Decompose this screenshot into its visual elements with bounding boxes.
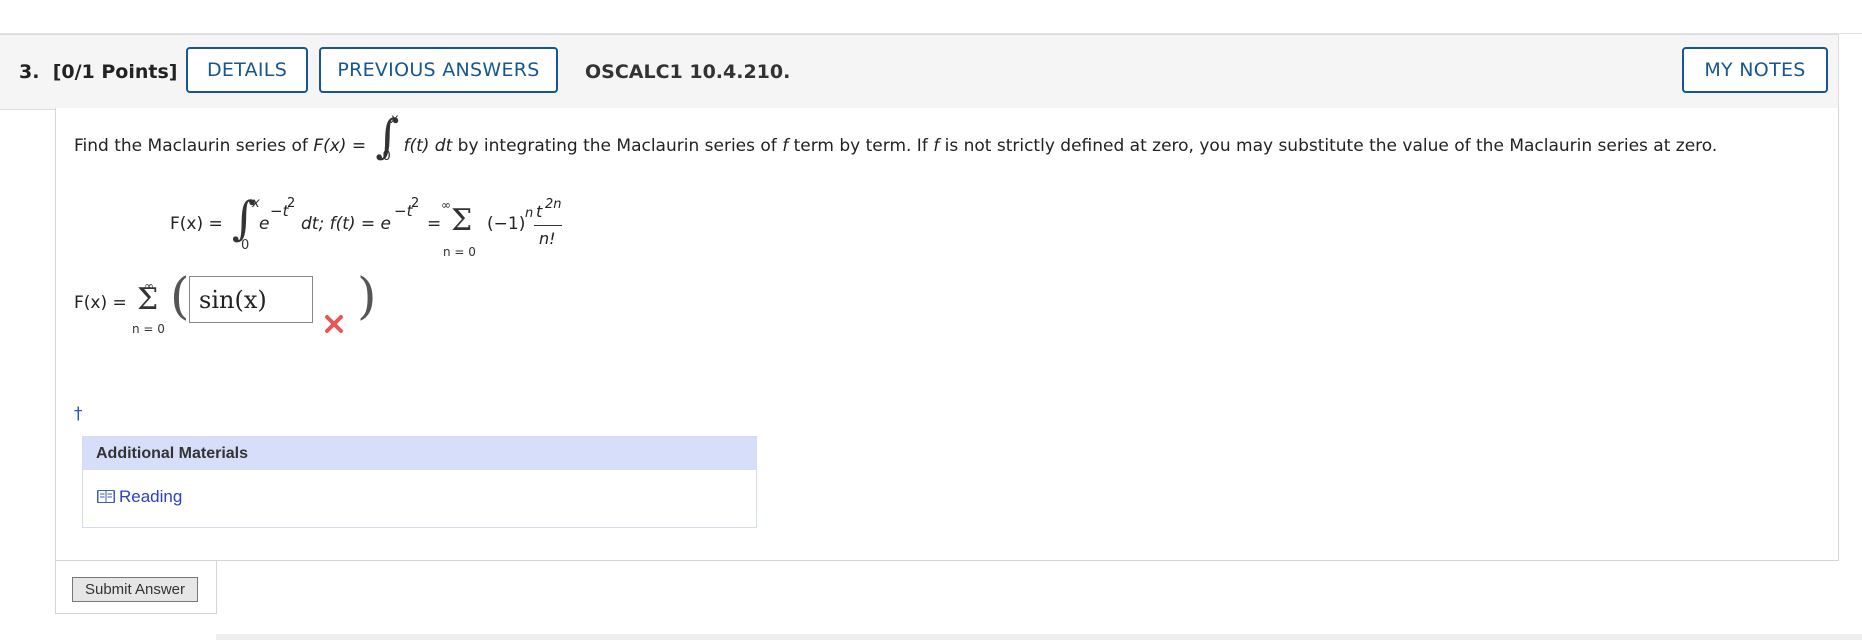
given-lhs: F(x) = (170, 214, 223, 234)
points-label: [0/1 Points] (52, 61, 178, 83)
given-numerator: t (536, 202, 543, 221)
answer-close-paren: ) (357, 267, 377, 325)
question-number: 3. [0/1 Points] (19, 61, 177, 83)
prompt-F-of-x: F(x) (313, 136, 347, 156)
question-header: 3. [0/1 Points] DETAILS PREVIOUS ANSWERS… (0, 34, 1839, 110)
prompt-text-3: term by term. If (788, 136, 934, 156)
previous-answers-button[interactable]: PREVIOUS ANSWERS (319, 47, 558, 93)
reading-link-label: Reading (119, 487, 183, 506)
given-sum-upper: ∞ (441, 198, 451, 212)
answer-lhs: F(x) = (74, 293, 127, 313)
given-integrand-base: e (259, 214, 270, 234)
problem-code: OSCALC1 10.4.210. (585, 61, 791, 83)
given-f-exp-power: 2 (411, 196, 420, 211)
answer-input-value: sin(x) (199, 285, 267, 314)
bottom-divider (216, 634, 1862, 640)
given-f-exp: −t (394, 202, 413, 220)
given-sum-lower: n = 0 (443, 245, 476, 259)
prompt-equals: = (346, 136, 372, 156)
given-numerator-exp: 2n (545, 197, 562, 212)
given-fraction-bar (534, 225, 562, 226)
given-dt-part: dt; f(t) = e (301, 214, 392, 234)
prompt-text-4: is not strictly defined at zero, you may… (939, 136, 1718, 156)
prompt-text-1: Find the Maclaurin series of (74, 136, 314, 156)
additional-materials-panel: Additional Materials Reading (82, 436, 757, 528)
given-sigma: Σ (451, 203, 473, 238)
prompt-text-2: by integrating the Maclaurin series of (452, 136, 783, 156)
additional-materials-heading: Additional Materials (83, 437, 756, 470)
given-integral-upper: x (252, 196, 260, 211)
prompt-integral: ∫ x 0 (375, 109, 400, 164)
given-integrand-exp-power: 2 (287, 196, 296, 211)
answer-open-paren: ( (170, 267, 190, 325)
details-button[interactable]: DETAILS (186, 47, 308, 93)
given-eq: = (427, 214, 442, 234)
footnote-marker[interactable]: † (74, 404, 83, 424)
given-denominator: n! (539, 229, 556, 248)
submit-answer-button[interactable]: Submit Answer (72, 577, 198, 602)
answer-input[interactable]: sin(x) (189, 276, 313, 323)
answer-sigma: Σ (137, 282, 159, 317)
given-term-sign-exp: n (525, 206, 534, 221)
question-number-label: 3. (19, 61, 40, 83)
given-integral-lower: 0 (241, 238, 250, 253)
incorrect-x-icon (325, 315, 343, 333)
book-icon (97, 490, 115, 503)
integral-upper-limit: x (390, 112, 399, 127)
my-notes-button[interactable]: MY NOTES (1682, 47, 1828, 93)
reading-link[interactable]: Reading (96, 487, 182, 507)
answer-sum-lower: n = 0 (132, 322, 165, 336)
question-prompt: Find the Maclaurin series of F(x) = ∫ x 0 f… (74, 109, 1718, 164)
given-integrand-exp: −t (270, 202, 289, 220)
integral-lower-limit: 0 (382, 149, 391, 164)
given-term-sign: (−1) (487, 214, 526, 234)
prompt-integrand: f(t) dt (403, 136, 453, 156)
